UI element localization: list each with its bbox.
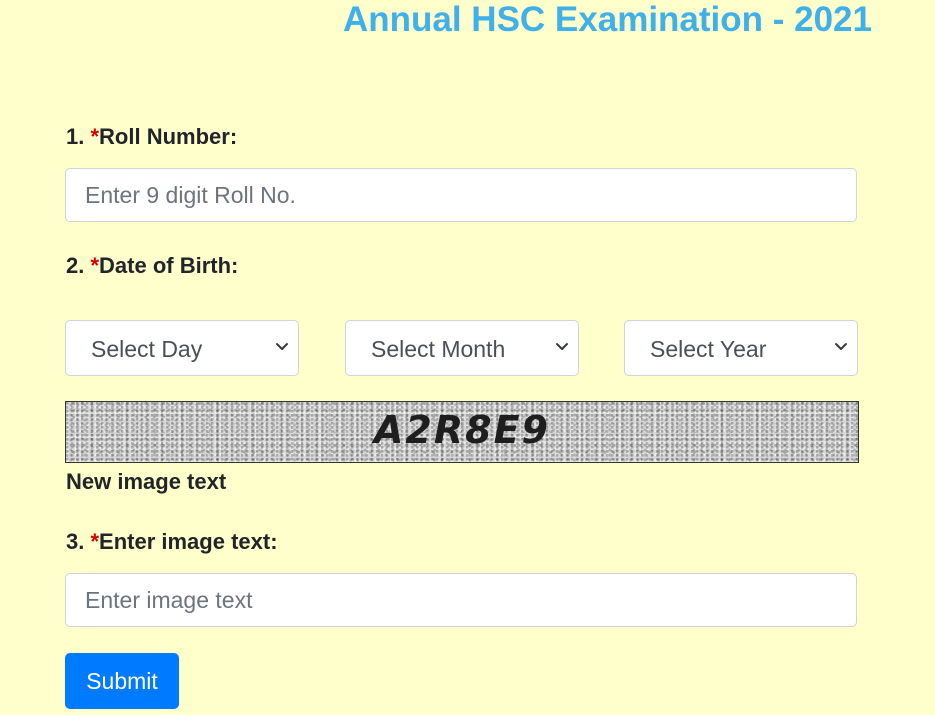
label-number: 1. — [66, 124, 91, 149]
select-year-value: Select Year — [650, 336, 767, 362]
page-title: Annual HSC Examination - 2021 — [342, 0, 872, 39]
select-day-value: Select Day — [91, 336, 203, 362]
chevron-down-icon — [835, 343, 847, 350]
select-month-value: Select Month — [371, 336, 506, 362]
label-text: Roll Number: — [99, 124, 238, 149]
roll-number-label: 1. *Roll Number: — [66, 124, 237, 150]
select-day-dropdown[interactable]: Select Day — [65, 320, 299, 376]
label-number: 3. — [66, 529, 91, 554]
label-text: Date of Birth: — [99, 253, 239, 278]
image-text-input[interactable] — [65, 573, 857, 627]
chevron-down-icon — [556, 343, 568, 350]
required-mark: * — [90, 529, 100, 554]
select-month-dropdown[interactable]: Select Month — [345, 320, 579, 376]
date-of-birth-label: 2. *Date of Birth: — [66, 253, 238, 279]
chevron-down-icon — [276, 343, 288, 350]
new-image-text-link[interactable]: New image text — [66, 469, 226, 495]
roll-number-input[interactable] — [65, 168, 857, 222]
captcha-text: A2R8E9 — [374, 408, 550, 452]
select-year-dropdown[interactable]: Select Year — [624, 320, 858, 376]
required-mark: * — [90, 253, 100, 278]
label-number: 2. — [66, 253, 91, 278]
required-mark: * — [90, 124, 100, 149]
captcha-image: A2R8E9 — [65, 401, 859, 463]
label-text: Enter image text: — [99, 529, 278, 554]
submit-button[interactable]: Submit — [65, 653, 179, 709]
enter-image-text-label: 3. *Enter image text: — [66, 529, 278, 555]
